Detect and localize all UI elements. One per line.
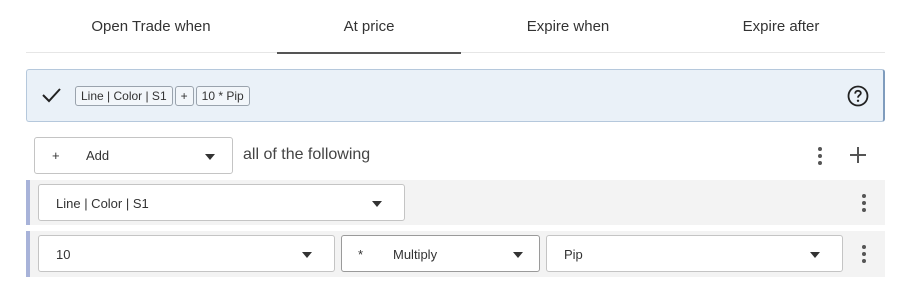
line-select-value: Line | Color | S1 xyxy=(56,196,149,211)
tab-at-price[interactable]: At price xyxy=(277,0,461,54)
add-label: Add xyxy=(86,148,110,163)
add-condition-icon[interactable] xyxy=(849,146,867,164)
chip-line-color: Line | Color | S1 xyxy=(75,86,173,106)
tab-bar: Open Trade when At price Expire when Exp… xyxy=(26,0,885,54)
chip-value: 10 * Pip xyxy=(195,86,250,106)
operator-label: Multiply xyxy=(393,247,438,262)
condition-header: + Add all of the following xyxy=(26,137,885,174)
expression-summary[interactable]: Line | Color | S1 + 10 * Pip xyxy=(26,69,885,122)
operator-symbol: * xyxy=(358,247,364,262)
chevron-down-icon xyxy=(205,154,215,160)
operand-row-value: 10 * Multiply Pip xyxy=(26,231,885,277)
more-options-icon[interactable] xyxy=(813,146,827,166)
tab-open-trade-when[interactable]: Open Trade when xyxy=(67,0,235,53)
more-options-icon[interactable] xyxy=(857,244,871,264)
operator-select[interactable]: * Multiply xyxy=(341,235,540,272)
operand-row-line: Line | Color | S1 xyxy=(26,180,885,225)
tab-expire-when[interactable]: Expire when xyxy=(485,0,651,53)
help-icon[interactable] xyxy=(847,85,869,107)
expression-chips: Line | Color | S1 + 10 * Pip xyxy=(75,86,250,106)
more-options-icon[interactable] xyxy=(857,193,871,213)
chevron-down-icon xyxy=(302,252,312,258)
line-select[interactable]: Line | Color | S1 xyxy=(38,184,405,221)
add-dropdown[interactable]: + Add xyxy=(34,137,233,174)
number-select[interactable]: 10 xyxy=(38,235,335,272)
condition-text: all of the following xyxy=(243,146,371,163)
number-value: 10 xyxy=(56,247,71,262)
unit-select[interactable]: Pip xyxy=(546,235,843,272)
chevron-down-icon xyxy=(810,252,820,258)
tab-expire-after[interactable]: Expire after xyxy=(698,0,864,53)
add-plus-symbol: + xyxy=(52,148,60,163)
check-icon xyxy=(42,88,61,103)
chevron-down-icon xyxy=(372,201,382,207)
chip-operator: + xyxy=(174,86,194,106)
unit-value: Pip xyxy=(564,247,583,262)
chevron-down-icon xyxy=(513,252,523,258)
